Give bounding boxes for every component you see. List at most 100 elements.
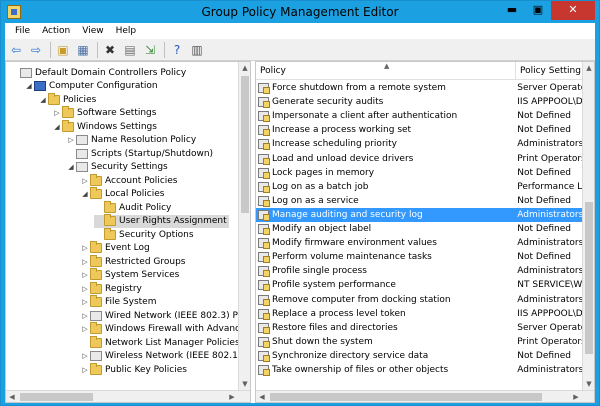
tree-vertical-scroll-thumb[interactable] [241, 76, 249, 213]
tree-node[interactable]: Scripts (Startup/Shutdown) [66, 147, 215, 161]
back-button[interactable]: ⇦ [7, 41, 25, 59]
tree-node[interactable]: ◢ Windows Settings [52, 119, 159, 134]
list-item[interactable]: Force shutdown from a remote system Serve… [256, 81, 582, 95]
tree-expand-toggle-icon[interactable]: ▷ [80, 285, 90, 293]
list-item[interactable]: Take ownership of files or other objects… [256, 363, 582, 377]
up-folder-button[interactable]: ▣ [54, 41, 72, 59]
list-scroll-left-arrow[interactable]: ◀ [256, 391, 268, 402]
tree-horizontal-scroll-thumb[interactable] [20, 393, 93, 401]
tree-node[interactable]: ▷ Wireless Network (IEEE 802.11) Polic [80, 350, 250, 364]
menu-file[interactable]: File [9, 26, 36, 36]
tree-expand-toggle-icon[interactable]: ▷ [80, 271, 90, 279]
tree-node[interactable]: ▷ Account Policies [80, 173, 180, 188]
tree-node[interactable]: Audit Policy [94, 200, 173, 215]
tree-expand-toggle-icon[interactable]: ▷ [80, 298, 90, 306]
tree-horizontal-scrollbar[interactable]: ◀ ▶ [6, 390, 250, 402]
tree-node[interactable]: ◢ Local Policies [80, 187, 166, 202]
tree-expand-toggle-icon[interactable]: ◢ [80, 190, 90, 198]
list-item[interactable]: Log on as a service Not Defined [256, 194, 582, 208]
list-item[interactable]: Generate security audits IIS APPPOOL\D [256, 95, 582, 109]
tree-node[interactable]: ▷ Event Log [80, 241, 152, 256]
list-horizontal-scrollbar[interactable]: ◀ ▶ [256, 390, 594, 402]
tree-node-label: Restricted Groups [105, 256, 186, 267]
title-bar[interactable]: Group Policy Management Editor ▬ ▣ ✕ [1, 1, 599, 23]
list-item[interactable]: Remove computer from docking station Admi… [256, 293, 582, 307]
list-item[interactable]: Replace a process level token IIS APPPOOL… [256, 307, 582, 321]
tree-node[interactable]: Default Domain Controllers Policy [10, 66, 188, 80]
list-item[interactable]: Shut down the system Print Operators [256, 335, 582, 349]
tree-node[interactable]: Network List Manager Policies [80, 335, 242, 350]
folder-icon [90, 254, 102, 267]
tree-node[interactable]: ▷ Software Settings [52, 106, 158, 121]
list-item[interactable]: Increase a process working set Not Define… [256, 123, 582, 137]
tree-node[interactable]: ◢ Computer Configuration [24, 80, 160, 94]
list-scroll-up-arrow[interactable]: ▲ [583, 62, 594, 74]
list-item[interactable]: Modify an object label Not Defined [256, 222, 582, 236]
list-scroll-down-arrow[interactable]: ▼ [583, 378, 594, 390]
tree-node[interactable]: User Rights Assignment [94, 214, 229, 228]
close-button[interactable]: ✕ [551, 1, 595, 20]
list-item[interactable]: Synchronize directory service data Not De… [256, 349, 582, 363]
list-vertical-scroll-thumb[interactable] [585, 202, 593, 354]
list-scroll-right-arrow[interactable]: ▶ [570, 391, 582, 402]
column-header-policy[interactable]: Policy ▲ [256, 62, 516, 80]
tree-node[interactable]: ▷ Name Resolution Policy [66, 134, 198, 148]
help-button[interactable]: ? [168, 41, 186, 59]
tree-expand-toggle-icon[interactable]: ▷ [80, 366, 90, 374]
tree-node[interactable]: ▷ Public Key Policies [80, 362, 189, 377]
tree-expand-toggle-icon[interactable]: ▷ [80, 352, 90, 360]
list-item[interactable]: Load and unload device drivers Print Oper… [256, 152, 582, 166]
tree-node[interactable]: ◢ Security Settings [66, 161, 170, 175]
computer-icon [34, 81, 46, 92]
list-item[interactable]: Log on as a batch job Performance Lo [256, 180, 582, 194]
tree-expand-toggle-icon[interactable]: ▷ [80, 244, 90, 252]
tree-expand-toggle-icon[interactable]: ▷ [80, 177, 90, 185]
tree-expand-toggle-icon[interactable]: ▷ [80, 258, 90, 266]
properties-button[interactable]: ▤ [121, 41, 139, 59]
tree-node[interactable]: ▷ System Services [80, 268, 181, 283]
minimize-button[interactable]: ▬ [499, 1, 525, 20]
tree-node[interactable]: ▷ Wired Network (IEEE 802.3) Policies [80, 309, 250, 323]
tree-node[interactable]: ▷ File System [80, 295, 158, 310]
tree-expand-toggle-icon[interactable]: ◢ [52, 123, 62, 131]
list-item[interactable]: Profile single process Administrators [256, 264, 582, 278]
list-item[interactable]: Profile system performance NT SERVICE\W [256, 278, 582, 292]
tree-expand-toggle-icon[interactable]: ▷ [52, 109, 62, 117]
list-item[interactable]: Increase scheduling priority Administrato… [256, 137, 582, 151]
tree-expand-toggle-icon[interactable]: ◢ [38, 96, 48, 104]
tree-scroll-right-arrow[interactable]: ▶ [226, 391, 238, 402]
list-item[interactable]: Modify firmware environment values Admini… [256, 236, 582, 250]
tree-vertical-scrollbar[interactable]: ▲ ▼ [238, 62, 250, 390]
menu-help[interactable]: Help [110, 26, 143, 36]
column-header-policy-setting[interactable]: Policy Setting [516, 62, 586, 80]
list-item[interactable]: Perform volume maintenance tasks Not Defi… [256, 250, 582, 264]
tree-node[interactable]: ◢ Policies [38, 92, 98, 107]
list-vertical-scrollbar[interactable]: ▲ ▼ [582, 62, 594, 390]
list-item[interactable]: Impersonate a client after authenticatio… [256, 109, 582, 123]
menu-bar: File Action View Help [5, 23, 595, 39]
tree-node[interactable]: ▷ Restricted Groups [80, 254, 187, 269]
export-list-button[interactable]: ⇲ [141, 41, 159, 59]
tree-expand-toggle-icon[interactable]: ◢ [66, 163, 76, 171]
tree-node[interactable]: ▷ Registry [80, 281, 144, 296]
maximize-button[interactable]: ▣ [525, 1, 551, 20]
tree-scroll-up-arrow[interactable]: ▲ [239, 62, 250, 74]
list-item[interactable]: Manage auditing and security log Administ… [256, 207, 582, 222]
tree-scroll-down-arrow[interactable]: ▼ [239, 378, 250, 390]
menu-action[interactable]: Action [36, 26, 76, 36]
tree-expand-toggle-icon[interactable]: ▷ [80, 325, 90, 333]
list-item[interactable]: Lock pages in memory Not Defined [256, 166, 582, 180]
help-topics-button[interactable]: ▥ [188, 41, 206, 59]
tree-expand-toggle-icon[interactable]: ◢ [24, 82, 34, 90]
tree-node[interactable]: ▷ Windows Firewall with Advanced Se [80, 322, 250, 337]
tree-expand-toggle-icon[interactable]: ▷ [80, 312, 90, 320]
show-hide-tree-button[interactable]: ▦ [74, 41, 92, 59]
tree-expand-toggle-icon[interactable]: ▷ [66, 136, 76, 144]
list-horizontal-scroll-thumb[interactable] [270, 393, 542, 401]
tree-scroll-left-arrow[interactable]: ◀ [6, 391, 18, 402]
list-item[interactable]: Restore files and directories Server Oper… [256, 321, 582, 335]
delete-button[interactable]: ✖ [101, 41, 119, 59]
menu-view[interactable]: View [76, 26, 109, 36]
tree-node[interactable]: Security Options [94, 227, 196, 242]
forward-button[interactable]: ⇨ [27, 41, 45, 59]
